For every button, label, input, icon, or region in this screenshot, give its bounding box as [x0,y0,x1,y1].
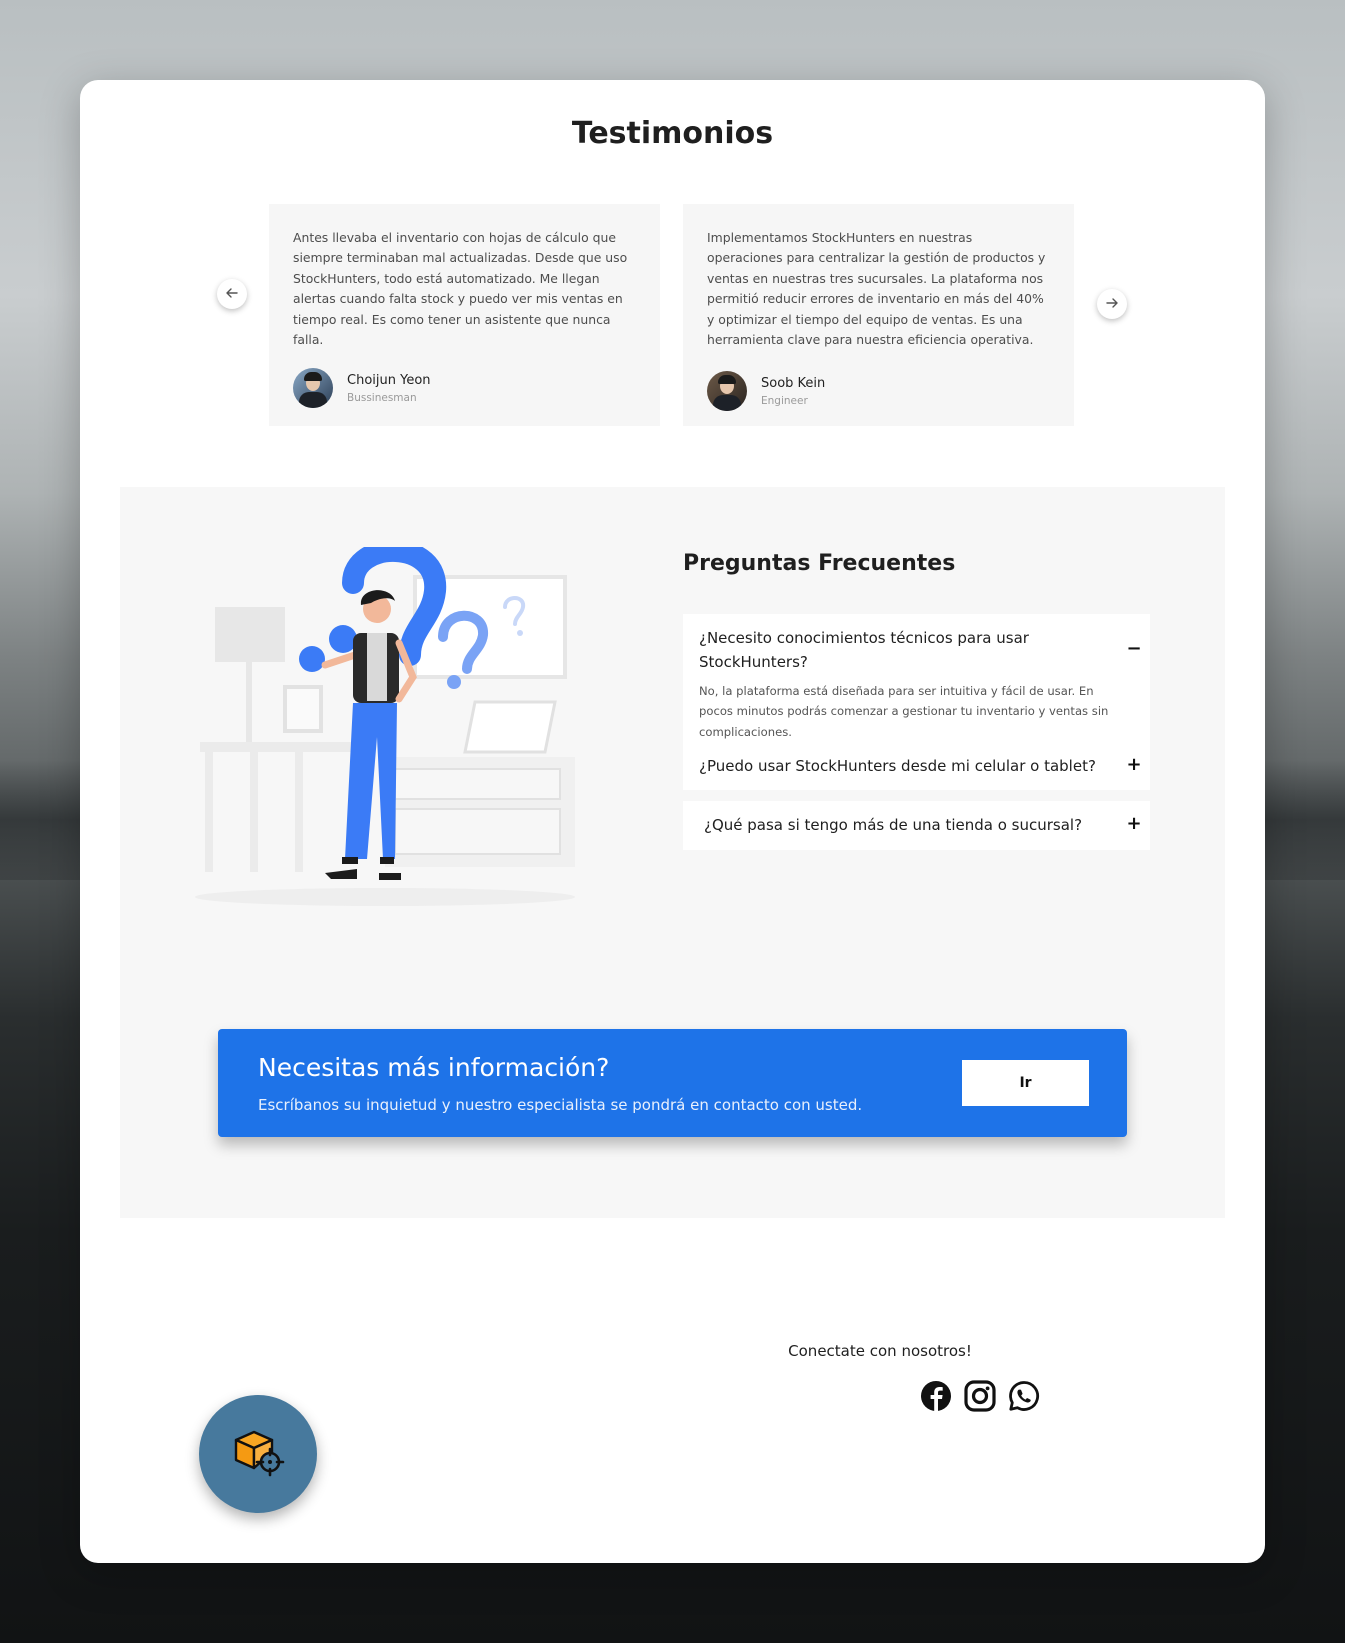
cta-subtitle: Escríbanos su inquietud y nuestro especi… [258,1096,863,1114]
plus-icon[interactable]: + [1126,754,1142,775]
avatar [293,368,333,408]
avatar [707,371,747,411]
go-button[interactable]: Ir [962,1060,1089,1106]
whatsapp-icon[interactable] [1008,1380,1040,1412]
instagram-icon[interactable] [964,1380,996,1412]
faq-title: Preguntas Frecuentes [683,551,956,576]
cta-title: Necesitas más información? [258,1053,610,1082]
faq-answer: No, la plataforma está diseñada para ser… [699,684,1109,739]
social-links [920,1380,1040,1412]
testimonials-title: Testimonios [571,116,774,151]
stockhunters-fab[interactable] [199,1395,317,1513]
question-illustration [185,540,605,907]
connect-label: Conectate con nosotros! [788,1342,972,1360]
faq-item[interactable]: ¿Qué pasa si tengo más de una tienda o s… [683,801,1150,850]
testimonial-author: Choijun Yeon Bussinesman [293,368,431,408]
contact-banner: Necesitas más información? Escríbanos su… [218,1029,1127,1137]
arrow-right-icon [1105,296,1119,313]
author-role: Engineer [761,394,808,407]
faq-question[interactable]: ¿Necesito conocimientos técnicos para us… [699,626,1110,674]
testimonial-card: Antes llevaba el inventario con hojas de… [269,204,660,426]
testimonial-card: Implementamos StockHunters en nuestras o… [683,204,1074,426]
faq-question[interactable]: ¿Puedo usar StockHunters desde mi celula… [699,754,1096,778]
arrow-left-icon [225,286,239,303]
main-card: Testimonios Antes llevaba el inventario … [80,80,1265,1563]
faq-section: Preguntas Frecuentes ¿Necesito conocimie… [120,487,1225,1218]
author-role: Bussinesman [347,391,417,404]
plus-icon[interactable]: + [1126,813,1142,834]
testimonial-text: Antes llevaba el inventario con hojas de… [293,230,628,348]
testimonial-author: Soob Kein Engineer [707,371,825,411]
box-target-icon [228,1422,288,1487]
testimonial-prev-button[interactable] [217,279,247,309]
testimonial-next-button[interactable] [1097,289,1127,319]
author-name: Choijun Yeon [347,372,431,388]
faq-question[interactable]: ¿Qué pasa si tengo más de una tienda o s… [704,813,1110,837]
faq-item-expanded[interactable]: ¿Necesito conocimientos técnicos para us… [683,614,1150,790]
minus-icon[interactable]: − [1126,638,1142,659]
author-name: Soob Kein [761,375,826,391]
facebook-icon[interactable] [920,1380,952,1412]
testimonial-text: Implementamos StockHunters en nuestras o… [707,230,1046,348]
